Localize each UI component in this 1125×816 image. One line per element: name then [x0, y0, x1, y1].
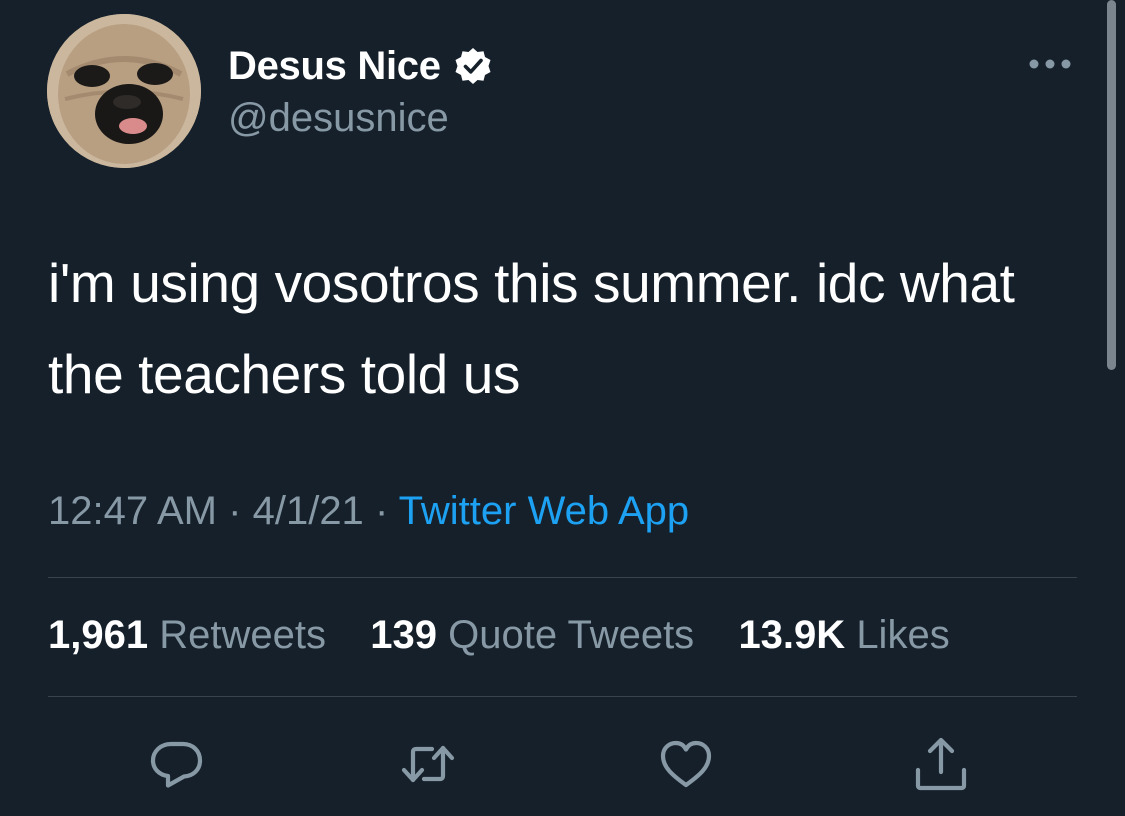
- scrollbar[interactable]: [1107, 0, 1116, 370]
- reply-button[interactable]: [149, 736, 205, 792]
- share-button[interactable]: [913, 736, 969, 792]
- retweets-stat[interactable]: 1,961 Retweets: [48, 613, 337, 657]
- quote-tweets-stat[interactable]: 139 Quote Tweets: [370, 613, 705, 657]
- meta-separator: ·: [374, 489, 389, 533]
- author-name-row[interactable]: Desus Nice: [228, 42, 493, 90]
- verified-badge-icon: [453, 46, 493, 86]
- retweets-label: Retweets: [159, 613, 326, 657]
- author-handle[interactable]: @desusnice: [228, 96, 449, 141]
- divider: [48, 577, 1077, 578]
- like-button[interactable]: [658, 736, 714, 792]
- tweet-text: i'm using vosotros this summer. idc what…: [48, 252, 1015, 405]
- likes-label: Likes: [856, 613, 950, 657]
- tweet-meta: 12:47 AM · 4/1/21 · Twitter Web App: [48, 489, 689, 534]
- retweet-button[interactable]: [400, 736, 456, 792]
- tweet-source-link[interactable]: Twitter Web App: [399, 489, 690, 533]
- avatar[interactable]: [47, 14, 201, 168]
- quote-tweets-label: Quote Tweets: [448, 613, 695, 657]
- retweets-count: 1,961: [48, 613, 149, 657]
- tweet-time[interactable]: 12:47 AM: [48, 489, 217, 533]
- meta-separator: ·: [228, 489, 242, 533]
- reply-icon: [150, 741, 203, 788]
- retweet-icon: [401, 745, 455, 783]
- more-options-icon[interactable]: [1024, 52, 1076, 76]
- divider: [48, 696, 1077, 697]
- likes-count: 13.9K: [738, 613, 846, 657]
- likes-stat[interactable]: 13.9K Likes: [738, 613, 949, 657]
- like-icon: [660, 740, 712, 788]
- engagement-stats: 1,961 Retweets 139 Quote Tweets 13.9K Li…: [48, 613, 950, 658]
- tweet-date[interactable]: 4/1/21: [253, 489, 364, 533]
- display-name[interactable]: Desus Nice: [228, 44, 441, 89]
- quote-tweets-count: 139: [370, 613, 437, 657]
- share-icon: [915, 737, 967, 791]
- avatar-image: [47, 14, 201, 168]
